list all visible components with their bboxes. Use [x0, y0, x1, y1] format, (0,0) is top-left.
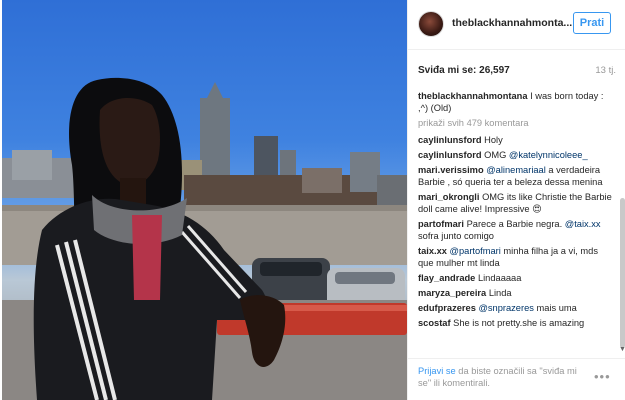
comment-item: maryza_pereira Linda: [418, 287, 616, 299]
login-link[interactable]: Prijavi se: [418, 366, 456, 376]
comment-username[interactable]: caylinlunsford: [418, 135, 482, 145]
comment-text-tail: sofra junto comigo: [418, 231, 494, 241]
comment-text: Holy: [481, 135, 503, 145]
comment-username[interactable]: maryza_pereira: [418, 288, 486, 298]
comment-mention[interactable]: @taix.xx: [565, 219, 601, 229]
comment-item: mari_okrongli OMG its like Christie the …: [418, 191, 616, 215]
avatar[interactable]: [418, 11, 444, 37]
post-sidebar: theblackhannahmonta... Prati Sviđa mi se…: [407, 0, 625, 400]
load-more-comments-link[interactable]: prikaži svih 479 komentara: [418, 117, 616, 129]
comment-text: OMG: [481, 150, 509, 160]
caption-username[interactable]: theblackhannahmontana: [418, 91, 528, 101]
comment-item: partofmari Parece a Barbie negra. @taix.…: [418, 218, 616, 242]
comment-text: Lindaaaaa: [475, 273, 522, 283]
comment-mention[interactable]: @snprazeres: [478, 303, 533, 313]
comment-username[interactable]: scostaf: [418, 318, 451, 328]
post-footer: Prijavi se da biste označili sa "sviđa m…: [408, 358, 625, 400]
comment-username[interactable]: mari.verissimo: [418, 165, 484, 175]
comment-item: caylinlunsford OMG @katelynnicoleee_: [418, 149, 616, 161]
likes-row: Sviđa mi se: 26,597 13 tj.: [418, 65, 618, 79]
likes-count[interactable]: Sviđa mi se: 26,597: [418, 65, 510, 76]
username-link[interactable]: theblackhannahmonta...: [452, 17, 572, 29]
comment-username[interactable]: edufprazeres: [418, 303, 476, 313]
comment-item: scostaf She is not pretty.she is amazing: [418, 317, 616, 329]
comment-username[interactable]: flay_andrade: [418, 273, 475, 283]
scrollbar-thumb[interactable]: [620, 198, 625, 348]
comment-text-tail: mais uma: [533, 303, 577, 313]
comment-text: Linda: [486, 288, 512, 298]
comment-text: Parece a Barbie negra.: [463, 219, 565, 229]
comment-item: flay_andrade Lindaaaaa: [418, 272, 616, 284]
caption: theblackhannahmontana I was born today :…: [418, 90, 616, 114]
comment-username[interactable]: mari_okrongli: [418, 192, 479, 202]
comment-item: caylinlunsford Holy: [418, 134, 616, 146]
comments-scrollbar[interactable]: ▼: [619, 88, 625, 356]
post-header: theblackhannahmonta... Prati: [408, 0, 625, 50]
follow-button[interactable]: Prati: [573, 12, 611, 34]
post-age[interactable]: 13 tj.: [595, 65, 616, 76]
comment-text: She is not pretty.she is amazing: [450, 318, 585, 328]
login-prompt: Prijavi se da biste označili sa "sviđa m…: [418, 365, 588, 389]
more-options-icon[interactable]: •••: [594, 369, 611, 384]
comment-mention[interactable]: @partofmari: [450, 246, 501, 256]
comment-item: taix.xx @partofmari minha filha ja a vi,…: [418, 245, 616, 269]
comment-username[interactable]: caylinlunsford: [418, 150, 482, 160]
comment-mention[interactable]: @katelynnicoleee_: [509, 150, 588, 160]
post-photo[interactable]: [2, 0, 407, 400]
comment-username[interactable]: partofmari: [418, 219, 464, 229]
comment-mention[interactable]: @alinemariaal: [486, 165, 546, 175]
photo-illustration: [2, 77, 407, 400]
scroll-down-arrow-icon[interactable]: ▼: [619, 346, 625, 353]
comment-item: edufprazeres @snprazeres mais uma: [418, 302, 616, 314]
comment-username[interactable]: taix.xx: [418, 246, 447, 256]
comments-list[interactable]: theblackhannahmontana I was born today :…: [418, 90, 616, 354]
comment-item: mari.verissimo @alinemariaal a verdadeir…: [418, 164, 616, 188]
